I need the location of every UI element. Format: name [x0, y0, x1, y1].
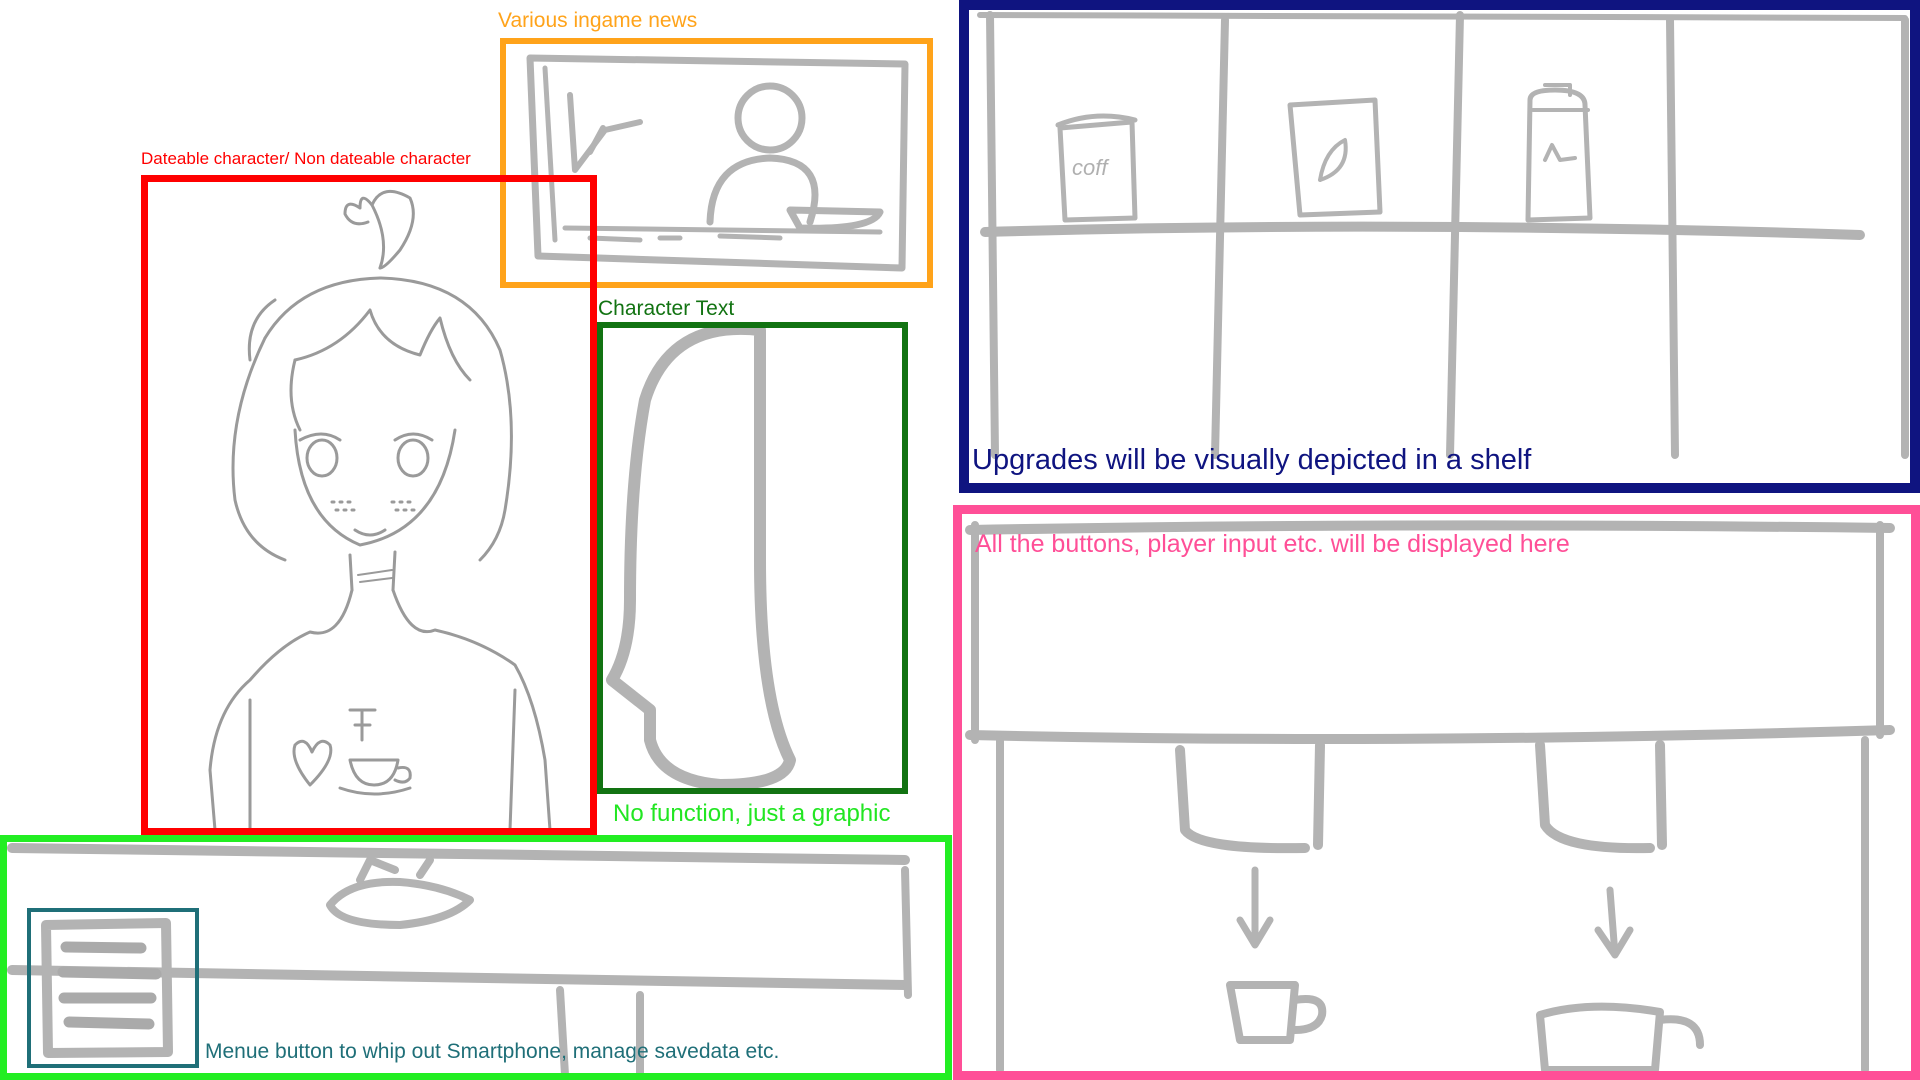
no-function-label: No function, just a graphic [613, 800, 891, 827]
buttons-box [953, 505, 1920, 1080]
menu-button[interactable] [27, 908, 199, 1068]
shelf-box [959, 0, 1920, 493]
character-label: Dateable character/ Non dateable charact… [141, 149, 471, 168]
shelf-label: Upgrades will be visually depicted in a … [972, 444, 1532, 476]
document-icon [41, 918, 173, 1058]
coffee-can-label: coff [1072, 155, 1108, 180]
news-label: Various ingame news [498, 9, 698, 32]
menu-label: Menue button to whip out Smartphone, man… [205, 1040, 780, 1063]
buttons-label: All the buttons, player input etc. will … [975, 530, 1570, 558]
character-box [141, 175, 597, 835]
character-text-box [597, 322, 908, 794]
character-text-label: Character Text [598, 297, 735, 320]
